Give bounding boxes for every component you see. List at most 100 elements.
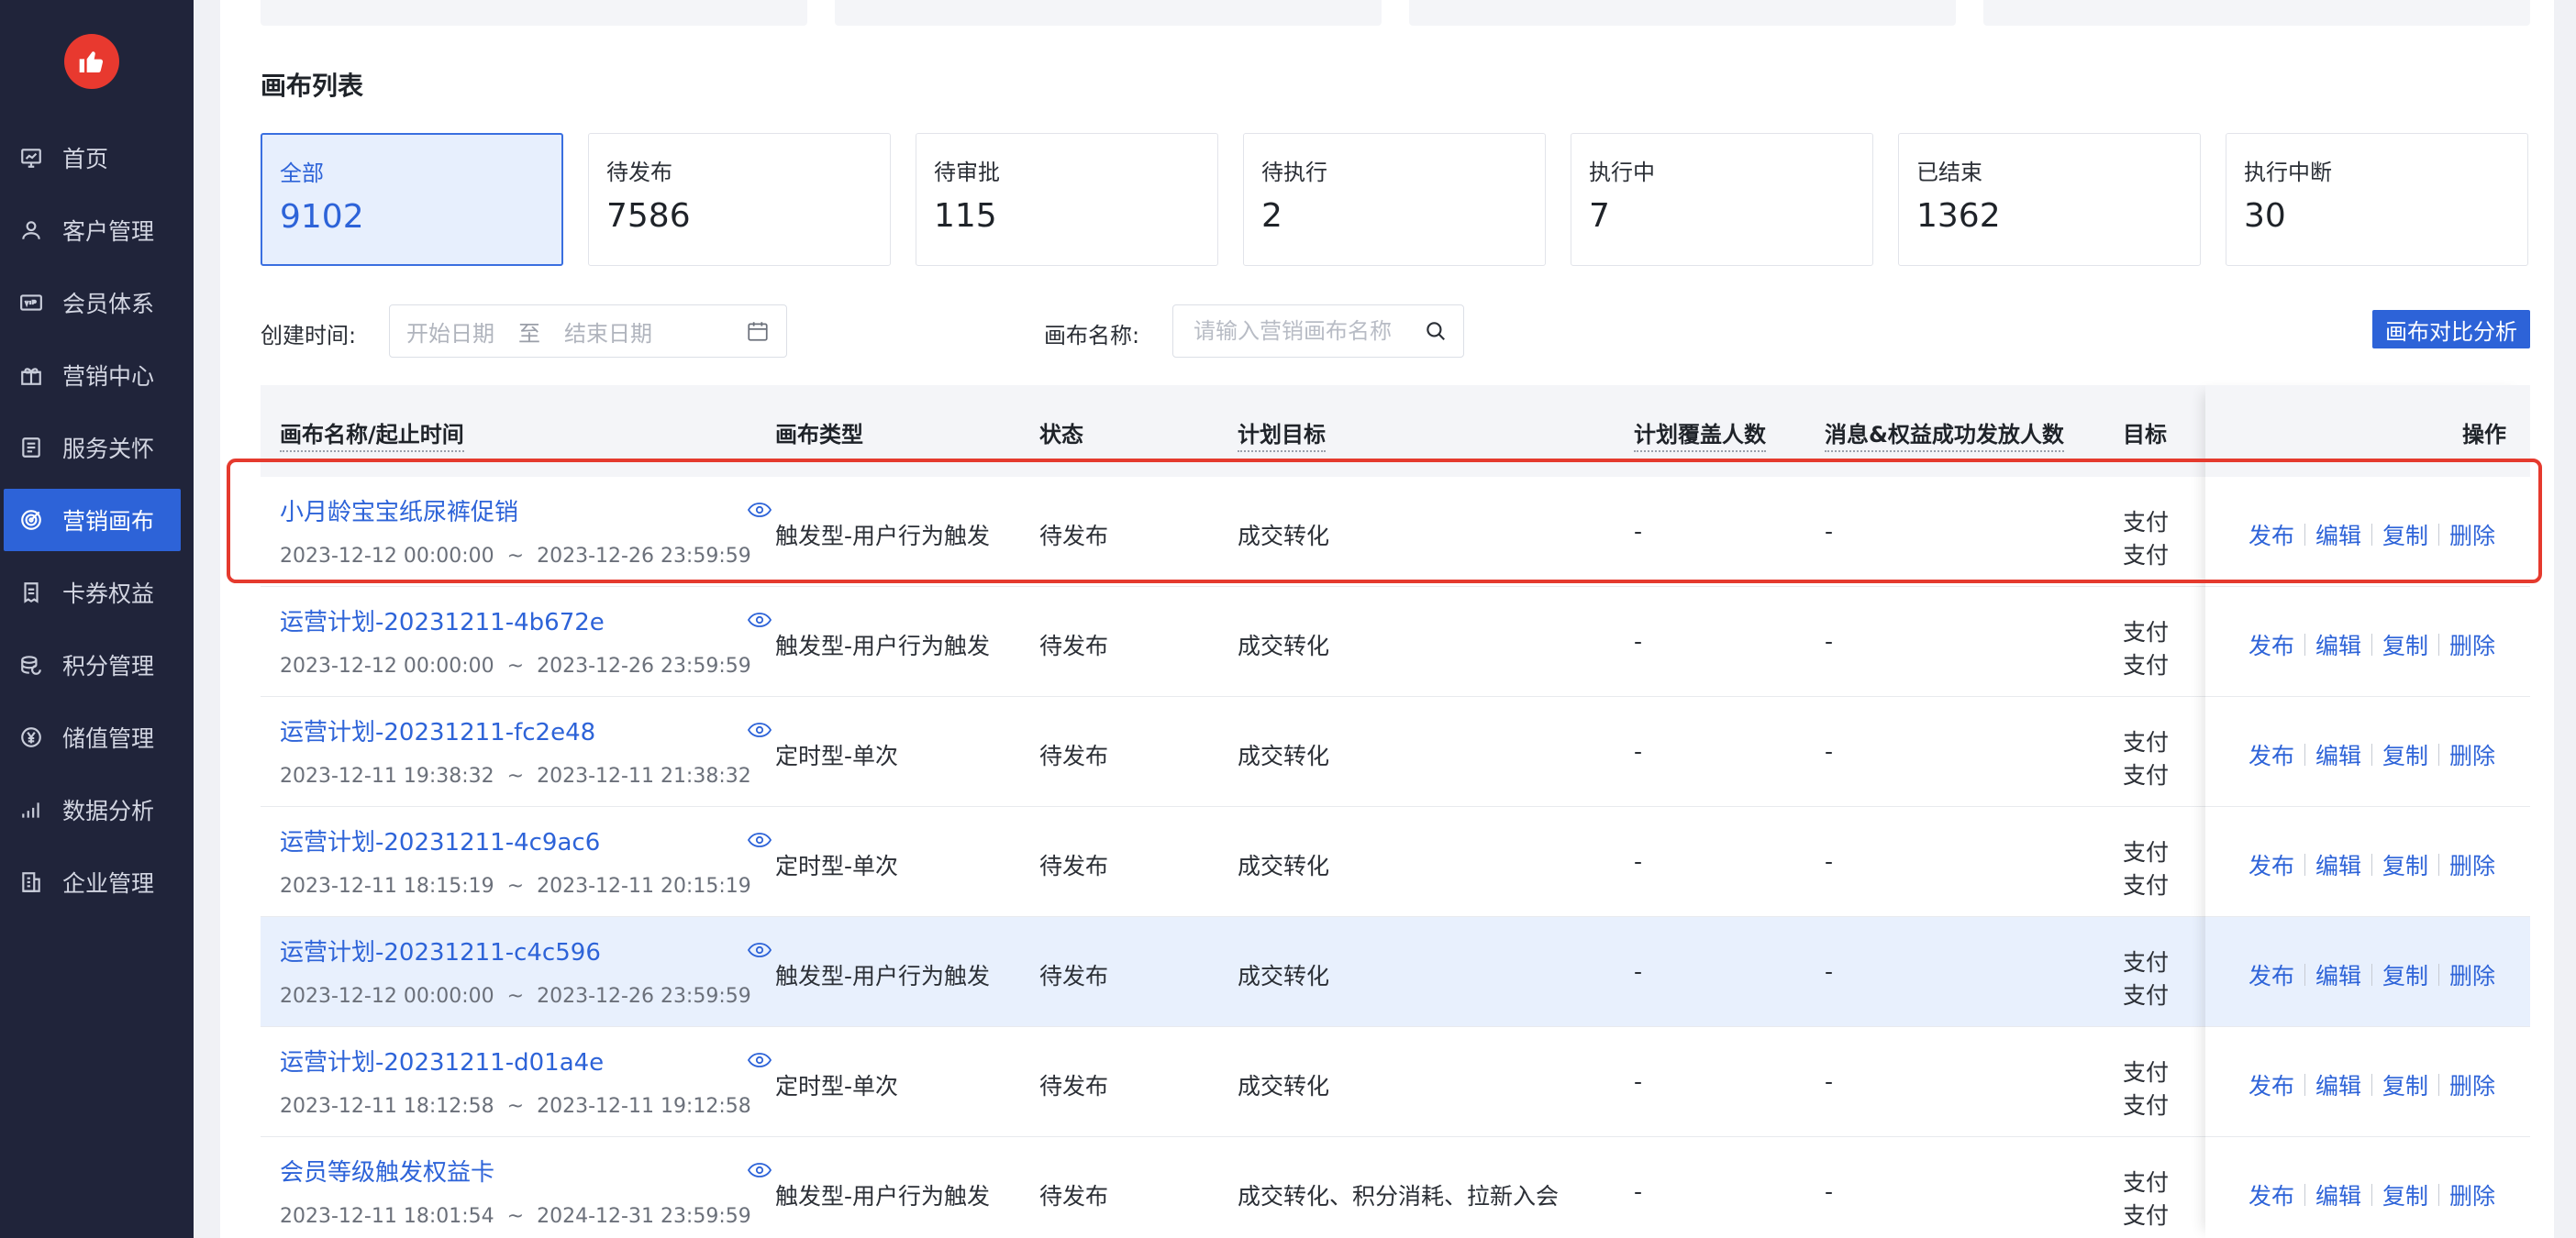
divider	[2304, 964, 2306, 986]
main-panel: 画布列表 全部 9102 待发布 7586 待审批 115 待执行 2 执行中 7 已结束 1362 执…	[220, 0, 2554, 1238]
sent-count: -	[1825, 738, 1834, 765]
gift-icon	[18, 362, 44, 388]
status-tab-count: 7	[1589, 197, 1610, 235]
canvas-name-link[interactable]: 运营计划-20231211-4c9ac6	[280, 823, 600, 857]
canvas-name-link[interactable]: 运营计划-20231211-d01a4e	[280, 1044, 604, 1078]
delete-button[interactable]: 删除	[2449, 518, 2495, 551]
sidebar-item[interactable]: 企业管理	[0, 851, 194, 913]
edit-button[interactable]: 编辑	[2315, 958, 2361, 991]
eye-icon[interactable]	[747, 831, 772, 849]
calendar-icon[interactable]	[746, 319, 770, 343]
sidebar-item[interactable]: 营销中心	[0, 344, 194, 406]
eye-icon[interactable]	[747, 1051, 772, 1069]
delete-button[interactable]: 删除	[2449, 1178, 2495, 1211]
sent-count: -	[1825, 628, 1834, 655]
status-tab[interactable]: 执行中断 30	[2226, 133, 2528, 266]
edit-button[interactable]: 编辑	[2315, 628, 2361, 661]
status-tab[interactable]: 全部 9102	[261, 133, 563, 266]
status-tab[interactable]: 待发布 7586	[588, 133, 891, 266]
thumbs-up-icon[interactable]	[64, 34, 119, 89]
eye-icon[interactable]	[747, 501, 772, 519]
plan-goal: 成交转化	[1238, 1073, 1330, 1100]
coverage-count: -	[1634, 1068, 1643, 1095]
status-tab-label: 待执行	[1261, 160, 1327, 185]
status-tab-count: 7586	[606, 197, 691, 235]
copy-button[interactable]: 复制	[2382, 958, 2428, 991]
target-value: 支付 支付	[2123, 836, 2178, 902]
compare-analysis-button[interactable]: 画布对比分析	[2372, 310, 2530, 348]
divider	[2304, 524, 2306, 546]
canvas-name-link[interactable]: 运营计划-20231211-c4c596	[280, 934, 601, 967]
publish-button[interactable]: 发布	[2248, 518, 2294, 551]
user-icon	[18, 217, 44, 243]
edit-button[interactable]: 编辑	[2315, 738, 2361, 771]
status-tab[interactable]: 待审批 115	[916, 133, 1218, 266]
end-time: 2023-12-11 21:38:32	[537, 765, 751, 788]
status-tab[interactable]: 执行中 7	[1571, 133, 1873, 266]
edit-button[interactable]: 编辑	[2315, 1178, 2361, 1211]
status-tab-label: 待审批	[934, 160, 1000, 185]
search-icon[interactable]	[1424, 319, 1448, 343]
publish-button[interactable]: 发布	[2248, 1178, 2294, 1211]
edit-button[interactable]: 编辑	[2315, 518, 2361, 551]
header-name-time[interactable]: 画布名称/起止时间	[280, 416, 464, 452]
sidebar-item[interactable]: 数据分析	[0, 779, 194, 841]
start-date-placeholder[interactable]: 开始日期	[406, 315, 494, 348]
end-date-placeholder[interactable]: 结束日期	[564, 315, 652, 348]
sidebar-item[interactable]: 首页	[0, 127, 194, 189]
sidebar-item[interactable]: 会员体系	[0, 271, 194, 334]
sidebar-item[interactable]: 客户管理	[0, 199, 194, 261]
header-sent[interactable]: 消息&权益成功发放人数	[1825, 416, 2064, 452]
start-time: 2023-12-12 00:00:00	[280, 985, 494, 1008]
canvas-name-input[interactable]	[1172, 304, 1464, 358]
target-line: 支付	[2123, 1059, 2170, 1086]
sidebar-item[interactable]: 服务关怀	[0, 416, 194, 479]
coverage-count: -	[1634, 958, 1643, 985]
header-coverage[interactable]: 计划覆盖人数	[1634, 416, 1766, 452]
sidebar-item[interactable]: 积分管理	[0, 634, 194, 696]
canvas-name-link[interactable]: 小月龄宝宝纸尿裤促销	[280, 493, 518, 527]
edit-button[interactable]: 编辑	[2315, 1068, 2361, 1101]
publish-button[interactable]: 发布	[2248, 958, 2294, 991]
status-tab[interactable]: 已结束 1362	[1898, 133, 2201, 266]
publish-button[interactable]: 发布	[2248, 738, 2294, 771]
header-goal[interactable]: 计划目标	[1238, 416, 1326, 452]
copy-button[interactable]: 复制	[2382, 1178, 2428, 1211]
eye-icon[interactable]	[747, 721, 772, 739]
eye-icon[interactable]	[747, 941, 772, 959]
copy-button[interactable]: 复制	[2382, 1068, 2428, 1101]
copy-button[interactable]: 复制	[2382, 738, 2428, 771]
delete-button[interactable]: 删除	[2449, 958, 2495, 991]
publish-button[interactable]: 发布	[2248, 848, 2294, 881]
canvas-name-link[interactable]: 会员等级触发权益卡	[280, 1154, 494, 1188]
sidebar-item[interactable]: 营销画布	[4, 489, 181, 551]
publish-button[interactable]: 发布	[2248, 1068, 2294, 1101]
target-line: 支付	[2123, 762, 2170, 789]
copy-button[interactable]: 复制	[2382, 628, 2428, 661]
date-range-picker[interactable]: 开始日期 至 结束日期	[389, 304, 787, 358]
publish-button[interactable]: 发布	[2248, 628, 2294, 661]
coverage-count: -	[1634, 738, 1643, 765]
canvas-name-link[interactable]: 运营计划-20231211-fc2e48	[280, 713, 595, 747]
delete-button[interactable]: 删除	[2449, 848, 2495, 881]
sidebar-item-label: 卡券权益	[62, 580, 155, 607]
delete-button[interactable]: 删除	[2449, 738, 2495, 771]
target-line: 支付	[2123, 872, 2170, 899]
edit-button[interactable]: 编辑	[2315, 848, 2361, 881]
table-row: 运营计划-20231211-4b672e 2023-12-12 00:00:00…	[261, 587, 2530, 697]
copy-button[interactable]: 复制	[2382, 848, 2428, 881]
status-tab-label: 待发布	[606, 160, 672, 185]
delete-button[interactable]: 删除	[2449, 628, 2495, 661]
time-separator: ~	[506, 985, 525, 1008]
delete-button[interactable]: 删除	[2449, 1068, 2495, 1101]
status-tab[interactable]: 待执行 2	[1243, 133, 1546, 266]
sidebar-item-label: 会员体系	[62, 291, 155, 317]
divider	[2438, 634, 2440, 656]
sidebar-item[interactable]: 卡券权益	[0, 561, 194, 624]
copy-button[interactable]: 复制	[2382, 518, 2428, 551]
target-value: 支付 支付	[2123, 506, 2178, 572]
eye-icon[interactable]	[747, 611, 772, 629]
eye-icon[interactable]	[747, 1161, 772, 1179]
sidebar-item[interactable]: 储值管理	[0, 706, 194, 768]
canvas-name-link[interactable]: 运营计划-20231211-4b672e	[280, 603, 605, 637]
